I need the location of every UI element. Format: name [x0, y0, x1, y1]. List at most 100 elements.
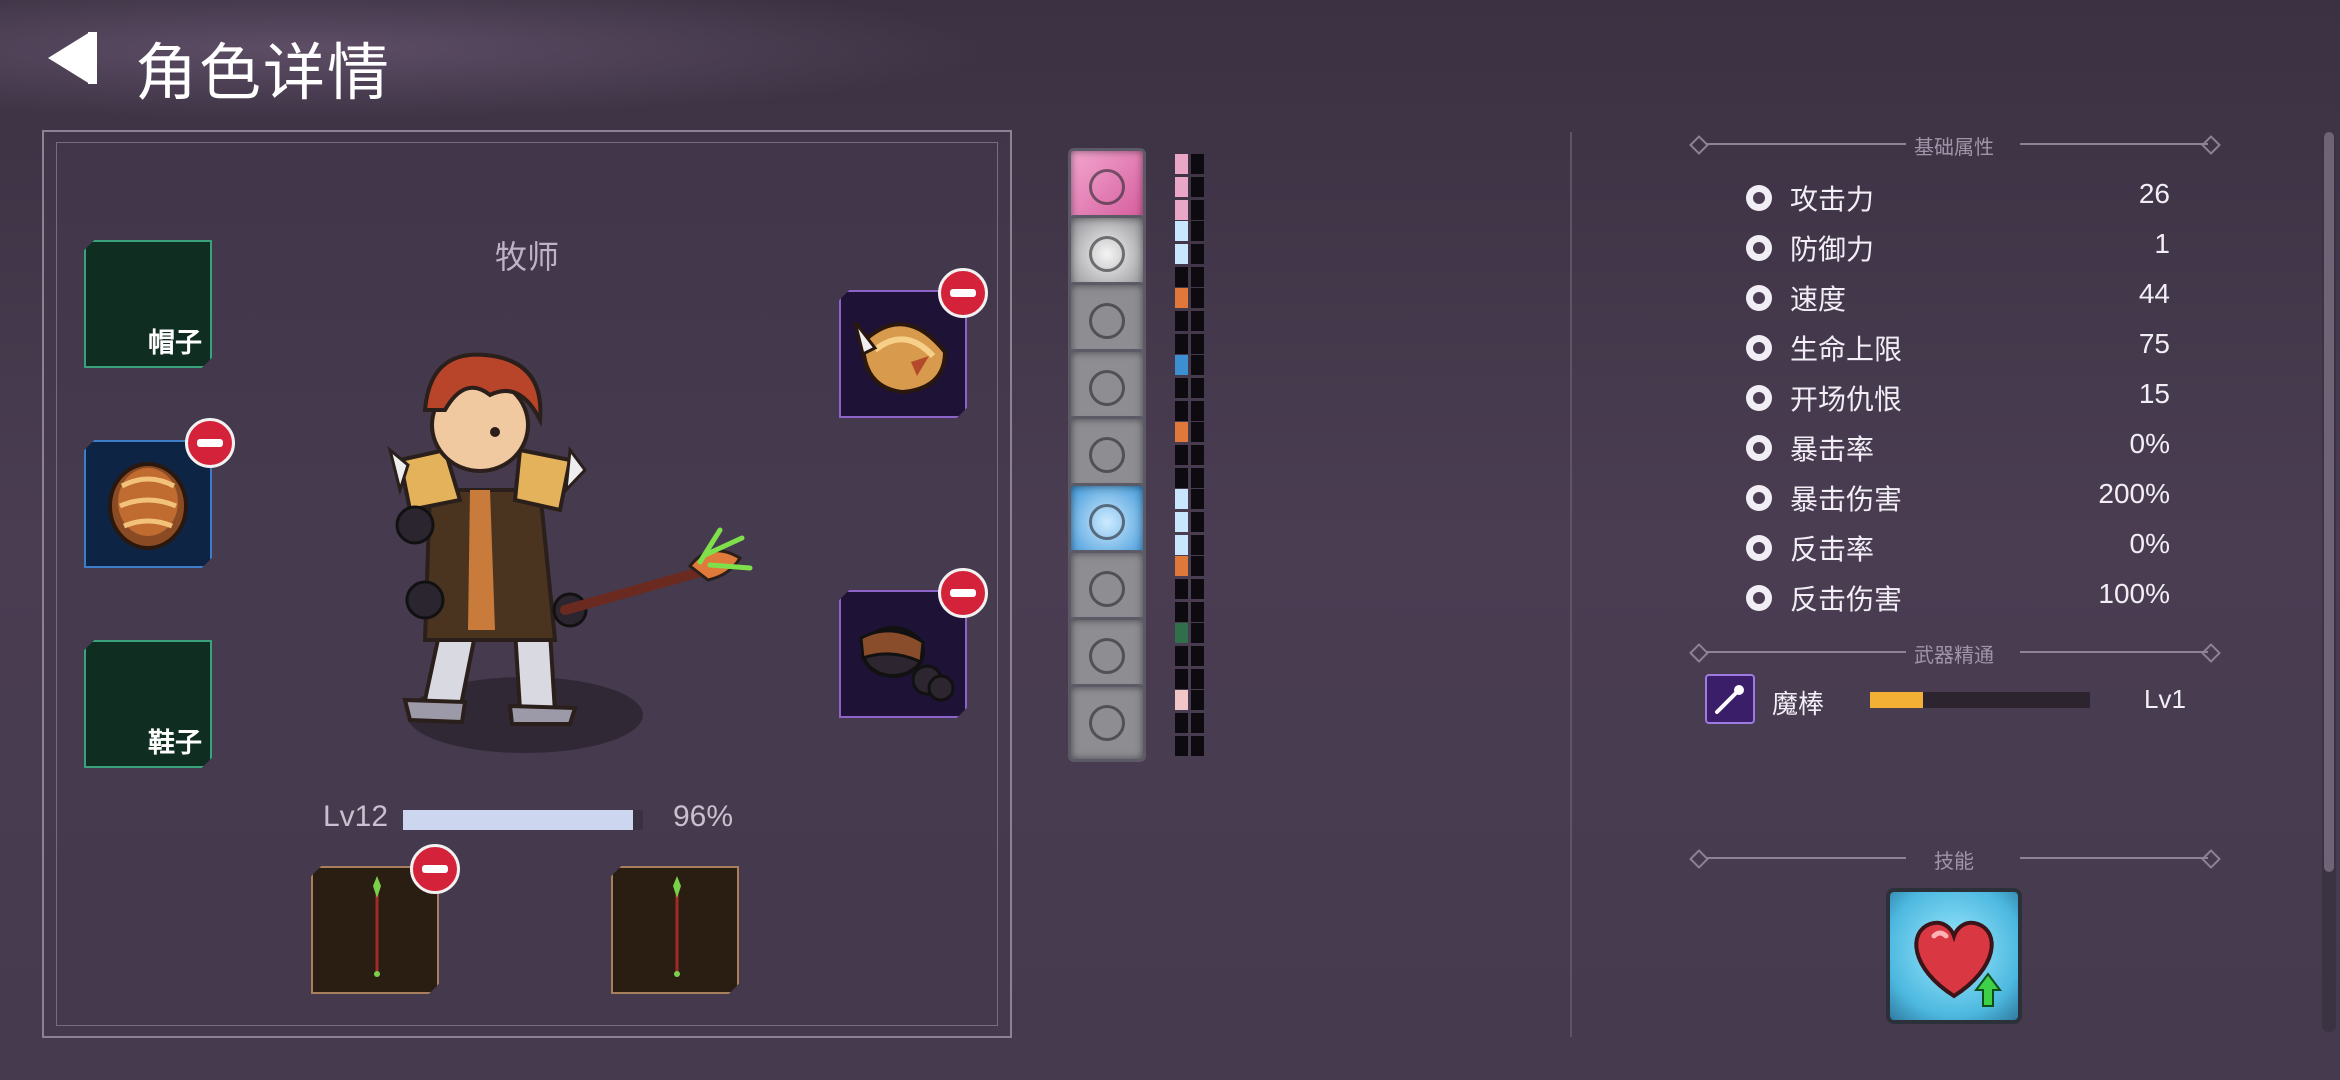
stat-name: 反击率 [1790, 534, 1875, 565]
rank-pip [1175, 579, 1188, 599]
remove-accessory-bottom-button[interactable] [938, 568, 988, 618]
rank-pip [1191, 288, 1204, 308]
counter-icon [1740, 530, 1778, 566]
rank-pip [1191, 690, 1204, 710]
remove-weapon-button[interactable] [410, 844, 460, 894]
skill-heart-upgrade[interactable] [1886, 888, 2022, 1024]
boot-speed-icon [1740, 280, 1778, 316]
weapon-mastery-name: 魔棒 [1772, 689, 1825, 719]
ability-rank-pips [1175, 556, 1207, 626]
weapon-mastery-section-title: 武器精通 [1914, 645, 1994, 667]
stat-value: 15 [2138, 378, 2170, 409]
rank-pip [1175, 221, 1188, 241]
stat-row: 防御力 1 [1740, 226, 2170, 270]
weapon-mastery-icon [1705, 674, 1755, 724]
section-line [2020, 651, 2208, 653]
scrollbar-thumb[interactable] [2324, 132, 2334, 872]
weapon-mastery-level: Lv1 [2144, 684, 2186, 714]
rank-pip [1175, 267, 1188, 287]
skills-section-title: 技能 [1934, 851, 1974, 873]
rank-pip [1191, 713, 1204, 733]
stat-value: 44 [2138, 278, 2170, 309]
rank-pip [1175, 468, 1188, 488]
rank-pip [1191, 623, 1204, 643]
stat-name: 防御力 [1790, 234, 1875, 265]
remove-accessory-top-button[interactable] [938, 268, 988, 318]
stat-row: 开场仇恨 15 [1740, 376, 2170, 420]
xp-bar-fill [403, 810, 634, 830]
stat-row: 暴击伤害 200% [1740, 476, 2170, 520]
ability-rank-pips [1175, 623, 1207, 693]
wand-icon [1715, 685, 1744, 714]
remove-armor-button[interactable] [185, 418, 235, 468]
section-line [1706, 651, 1906, 653]
page-title: 角色详情 [135, 39, 392, 108]
stat-value: 0% [2129, 528, 2170, 559]
stat-name: 开场仇恨 [1790, 384, 1903, 415]
rank-pip [1175, 177, 1188, 197]
stat-name: 速度 [1790, 284, 1847, 315]
section-diamond [2201, 643, 2221, 663]
rank-pip [1175, 713, 1188, 733]
xp-bar [403, 810, 643, 830]
rank-pip [1175, 669, 1188, 689]
rank-pip [1191, 489, 1204, 509]
stat-row: 反击率 0% [1740, 526, 2170, 570]
stat-value: 0% [2129, 428, 2170, 459]
rank-pip [1191, 334, 1204, 354]
section-diamond [1689, 135, 1709, 155]
rank-pip [1175, 200, 1188, 220]
boot-icon [1089, 169, 1125, 205]
stat-row: 攻击力 26 [1740, 176, 2170, 220]
rank-pip [1175, 690, 1188, 710]
fist-punch-icon [1089, 370, 1125, 406]
rank-pip [1191, 401, 1204, 421]
rank-pip [1191, 378, 1204, 398]
crossed-swords-icon [1089, 705, 1125, 741]
rank-pip [1175, 355, 1188, 375]
rank-pip [1175, 445, 1188, 465]
heart-icon [1740, 330, 1778, 366]
section-diamond [2201, 135, 2221, 155]
sword-icon [1740, 180, 1778, 216]
weapon-slot-right[interactable] [611, 866, 739, 994]
ability-slot[interactable] [1068, 684, 1146, 762]
rank-pip [1191, 535, 1204, 555]
rank-pip [1175, 311, 1188, 331]
stat-name: 暴击伤害 [1790, 484, 1903, 515]
stat-value: 100% [2098, 578, 2170, 609]
back-button[interactable] [42, 28, 102, 88]
weapon-mastery-progress [1870, 692, 2090, 708]
stat-name: 反击伤害 [1790, 584, 1903, 615]
section-diamond [2201, 849, 2221, 869]
rank-pip [1191, 177, 1204, 197]
rank-pip [1175, 288, 1188, 308]
shoes-slot[interactable]: 鞋子 [84, 640, 212, 768]
staff-icon [673, 876, 681, 977]
section-diamond [1689, 849, 1709, 869]
hat-slot-label: 帽子 [148, 328, 202, 358]
skull-icon [1740, 380, 1778, 416]
crossed-blades-icon [1740, 480, 1778, 516]
back-arrow-icon [48, 32, 97, 84]
crit-burst-icon [1740, 430, 1778, 466]
shoes-slot-label: 鞋子 [148, 728, 202, 758]
xp-percent: 96% [673, 800, 734, 833]
ability-rank-pips [1175, 221, 1207, 291]
section-line [2020, 143, 2208, 145]
rank-pip [1175, 512, 1188, 532]
rank-pip [1191, 556, 1204, 576]
stats-section-title: 基础属性 [1914, 137, 1994, 159]
stat-value: 1 [2154, 228, 2170, 259]
rain-figure-icon [1089, 303, 1125, 339]
ability-rank-pips [1175, 489, 1207, 559]
rank-pip [1175, 422, 1188, 442]
rank-pip [1191, 646, 1204, 666]
hat-slot[interactable]: 帽子 [84, 240, 212, 368]
ability-rank-pips [1175, 422, 1207, 492]
rank-pip [1191, 602, 1204, 622]
rank-pip [1191, 244, 1204, 264]
rank-pip [1191, 267, 1204, 287]
rank-pip [1191, 200, 1204, 220]
weapon-mastery-progress-fill [1870, 692, 1923, 708]
